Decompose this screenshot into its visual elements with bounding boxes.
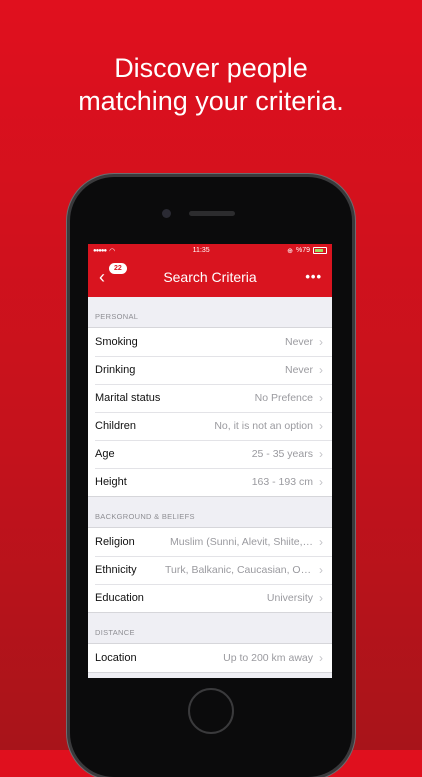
battery-percent: %79: [295, 247, 310, 254]
nav-bar: ‹ 22 Search Criteria •••: [88, 257, 332, 297]
promo-headline: Discover people matching your criteria.: [0, 52, 422, 118]
row-value: Never: [284, 364, 313, 376]
row-children[interactable]: Children No, it is not an option ›: [88, 412, 332, 440]
row-ethnicity[interactable]: Ethnicity Turk, Balkanic, Caucasian, Ot……: [88, 556, 332, 584]
status-bar: ●●●●● ◠ 11:35 ⊕ %79: [88, 244, 332, 257]
row-drinking[interactable]: Drinking Never ›: [88, 356, 332, 384]
section-header-background: BACKGROUND & BELIEFS: [95, 512, 195, 521]
row-label: Height: [95, 476, 127, 488]
row-label: Drinking: [95, 364, 136, 376]
distance-group: Location Up to 200 km away ›: [88, 643, 332, 673]
wifi-icon: ◠: [109, 247, 116, 255]
chevron-right-icon: ›: [319, 563, 323, 577]
more-options-button[interactable]: •••: [305, 269, 322, 284]
row-education[interactable]: Education University ›: [88, 584, 332, 612]
row-value: 25 - 35 years: [251, 448, 313, 460]
background-group: Religion Muslim (Sunni, Alevit, Shiite,……: [88, 527, 332, 613]
row-smoking[interactable]: Smoking Never ›: [88, 328, 332, 356]
row-label: Location: [95, 652, 137, 664]
section-header-distance: DISTANCE: [95, 628, 135, 637]
chevron-right-icon: ›: [319, 447, 323, 461]
back-chevron-icon[interactable]: ‹: [94, 267, 110, 287]
chevron-right-icon: ›: [319, 591, 323, 605]
personal-group: Smoking Never › Drinking Never › Marital s…: [88, 327, 332, 497]
chevron-right-icon: ›: [319, 335, 323, 349]
chevron-right-icon: ›: [319, 535, 323, 549]
chevron-right-icon: ›: [319, 651, 323, 665]
promo-line-2: matching your criteria.: [78, 86, 344, 116]
row-value: Muslim (Sunni, Alevit, Shiite,…: [170, 536, 313, 548]
row-age[interactable]: Age 25 - 35 years ›: [88, 440, 332, 468]
chevron-right-icon: ›: [319, 391, 323, 405]
row-value: No Prefence: [254, 392, 313, 404]
row-value: 163 - 193 cm: [251, 476, 313, 488]
row-religion[interactable]: Religion Muslim (Sunni, Alevit, Shiite,……: [88, 528, 332, 556]
row-value: Never: [284, 336, 313, 348]
promo-line-1: Discover people: [114, 53, 308, 83]
signal-icon: ●●●●●: [93, 247, 107, 254]
row-height[interactable]: Height 163 - 193 cm ›: [88, 468, 332, 496]
row-label: Age: [95, 448, 115, 460]
chevron-right-icon: ›: [319, 419, 323, 433]
chevron-right-icon: ›: [319, 475, 323, 489]
notification-badge: 22: [109, 263, 127, 274]
speaker-grille: [189, 211, 235, 216]
row-value: University: [266, 592, 313, 604]
section-header-personal: PERSONAL: [95, 312, 139, 321]
app-screen: ●●●●● ◠ 11:35 ⊕ %79 ‹ 22 Search Criteria…: [88, 244, 332, 678]
row-label: Religion: [95, 536, 135, 548]
status-time: 11:35: [192, 247, 210, 254]
chevron-right-icon: ›: [319, 363, 323, 377]
row-marital-status[interactable]: Marital status No Prefence ›: [88, 384, 332, 412]
row-location[interactable]: Location Up to 200 km away ›: [88, 644, 332, 672]
home-button[interactable]: [188, 688, 234, 734]
orientation-lock-icon: ⊕: [287, 247, 293, 255]
row-label: Ethnicity: [95, 564, 137, 576]
row-label: Children: [95, 420, 136, 432]
battery-icon: [313, 247, 327, 254]
camera-icon: [162, 209, 171, 218]
row-label: Smoking: [95, 336, 138, 348]
row-value: Turk, Balkanic, Caucasian, Ot…: [165, 564, 313, 576]
row-label: Marital status: [95, 392, 161, 404]
page-title: Search Criteria: [163, 269, 257, 285]
row-value: Up to 200 km away: [223, 652, 313, 664]
row-value: No, it is not an option: [214, 420, 313, 432]
row-label: Education: [95, 592, 144, 604]
